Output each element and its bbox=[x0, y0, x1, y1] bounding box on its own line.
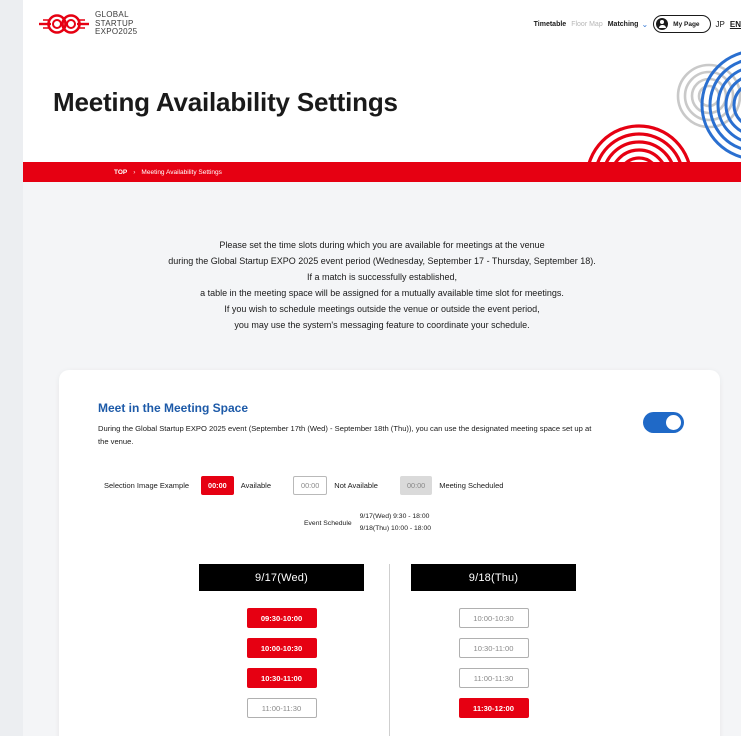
breadcrumb-top-link[interactable]: TOP bbox=[114, 169, 127, 176]
time-slot-button[interactable]: 10:00-10:30 bbox=[246, 638, 317, 658]
legend-available-text: Available bbox=[240, 481, 272, 490]
top-navigation-bar: GLOBAL STARTUP EXPO2025 Timetable Floor … bbox=[23, 0, 741, 50]
main-nav: Timetable Floor Map Matching ⌄ My Page J… bbox=[534, 15, 741, 33]
card-title: Meet in the Meeting Space bbox=[98, 401, 249, 415]
column-divider bbox=[389, 564, 390, 736]
time-slot-list: 09:30-10:00 10:00-10:30 10:30-11:00 11:0… bbox=[199, 608, 364, 728]
time-slot-list: 10:00-10:30 10:30-11:00 11:00-11:30 11:3… bbox=[411, 608, 576, 728]
legend-not-available-text: Not Available bbox=[334, 481, 378, 490]
time-slot-button[interactable]: 11:30-12:00 bbox=[458, 698, 529, 718]
time-slot-button[interactable]: 10:30-11:00 bbox=[458, 638, 529, 658]
legend-scheduled-chip: 00:00 bbox=[399, 476, 433, 495]
time-slot-button[interactable]: 09:30-10:00 bbox=[246, 608, 317, 628]
user-icon bbox=[656, 18, 669, 30]
logo-line: EXPO2025 bbox=[95, 27, 138, 37]
intro-line: during the Global Startup EXPO 2025 even… bbox=[168, 256, 596, 267]
meeting-space-card: Meet in the Meeting Space During the Glo… bbox=[59, 370, 720, 736]
event-schedule-label: Event Schedule bbox=[304, 519, 352, 527]
day-header: 9/17(Wed) bbox=[199, 564, 364, 591]
legend-available-chip: 00:00 bbox=[201, 476, 234, 495]
time-slot-button[interactable]: 10:00-10:30 bbox=[458, 608, 529, 628]
legend-scheduled-text: Meeting Scheduled bbox=[439, 481, 504, 490]
breadcrumb-current: Meeting Availability Settings bbox=[141, 168, 222, 176]
my-page-button[interactable]: My Page bbox=[653, 15, 711, 33]
page-hero: Meeting Availability Settings bbox=[23, 50, 741, 162]
intro-text: Please set the time slots during which y… bbox=[23, 237, 741, 334]
my-page-label: My Page bbox=[673, 20, 700, 28]
page-title: Meeting Availability Settings bbox=[53, 87, 398, 117]
event-schedule-line: 9/18(Thu) 10:00 - 18:00 bbox=[359, 525, 432, 532]
nav-timetable-link[interactable]: Timetable bbox=[534, 21, 567, 28]
legend-not-available-chip: 00:00 bbox=[293, 476, 328, 495]
selection-legend: Selection Image Example 00:00 Available … bbox=[104, 476, 525, 495]
legend-label: Selection Image Example bbox=[104, 481, 190, 490]
nav-floor-map-link[interactable]: Floor Map bbox=[571, 21, 603, 28]
time-slot-button[interactable]: 11:00-11:30 bbox=[458, 668, 529, 688]
intro-line: Please set the time slots during which y… bbox=[219, 240, 545, 250]
card-description: During the Global Startup EXPO 2025 even… bbox=[98, 424, 592, 446]
breadcrumb-separator-icon: › bbox=[133, 168, 136, 176]
intro-line: you may use the system's messaging featu… bbox=[234, 320, 530, 331]
decorative-rings-graphic bbox=[587, 51, 741, 162]
page: GLOBAL STARTUP EXPO2025 Timetable Floor … bbox=[23, 0, 741, 736]
event-schedule-lines: 9/17(Wed) 9:30 - 18:00 9/18(Thu) 10:00 -… bbox=[360, 511, 431, 535]
toggle-knob bbox=[666, 415, 681, 430]
intro-line: a table in the meeting space will be ass… bbox=[200, 288, 564, 299]
day-column-wed: 9/17(Wed) 09:30-10:00 10:00-10:30 10:30-… bbox=[199, 564, 364, 728]
lang-en-link[interactable]: EN bbox=[730, 20, 741, 29]
event-schedule: Event Schedule 9/17(Wed) 9:30 - 18:00 9/… bbox=[304, 511, 431, 535]
time-slot-button[interactable]: 11:00-11:30 bbox=[246, 698, 317, 718]
meeting-space-toggle[interactable] bbox=[643, 412, 684, 433]
logo-wordmark: GLOBAL STARTUP EXPO2025 bbox=[95, 11, 137, 37]
day-column-thu: 9/18(Thu) 10:00-10:30 10:30-11:00 11:00-… bbox=[411, 564, 576, 728]
chevron-down-icon[interactable]: ⌄ bbox=[641, 20, 648, 29]
expo-logo-icon bbox=[39, 14, 89, 34]
site-logo[interactable]: GLOBAL STARTUP EXPO2025 bbox=[37, 10, 137, 38]
breadcrumb: TOP › Meeting Availability Settings bbox=[23, 162, 741, 182]
lang-jp-link[interactable]: JP bbox=[716, 20, 725, 29]
day-header: 9/18(Thu) bbox=[411, 564, 576, 591]
intro-line: If a match is successfully established, bbox=[306, 272, 458, 283]
event-schedule-line: 9/17(Wed) 9:30 - 18:00 bbox=[359, 513, 430, 520]
intro-line: If you wish to schedule meetings outside… bbox=[224, 304, 540, 315]
nav-matching-menu[interactable]: Matching bbox=[608, 21, 639, 28]
time-slot-button[interactable]: 10:30-11:00 bbox=[246, 668, 317, 688]
